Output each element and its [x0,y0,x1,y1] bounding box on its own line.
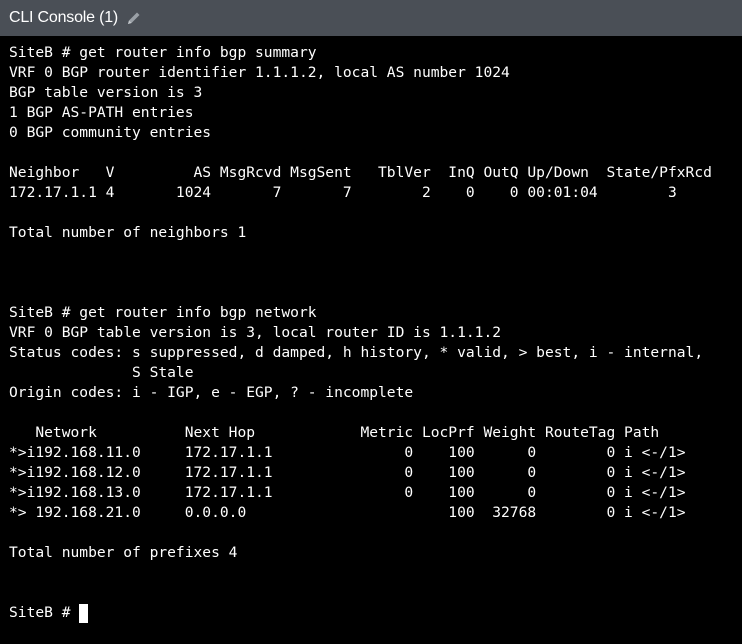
terminal-line: Total number of neighbors 1 [9,224,247,241]
terminal-line: Origin codes: i - IGP, e - EGP, ? - inco… [9,384,414,401]
terminal-line: SiteB # get router info bgp summary [9,44,317,61]
terminal-line: Network Next Hop Metric LocPrf Weight Ro… [9,424,660,441]
text-cursor [79,603,89,623]
terminal-line: VRF 0 BGP table version is 3, local rout… [9,324,502,341]
terminal-line: 0 BGP community entries [9,124,212,141]
pencil-icon-graphic [128,12,140,24]
terminal-line: Neighbor V AS MsgRcvd MsgSent TblVer InQ… [9,164,712,181]
terminal-line: *>i192.168.13.0 172.17.1.1 0 100 0 0 i <… [9,484,686,501]
terminal-line: 172.17.1.1 4 1024 7 7 2 0 0 00:01:04 3 [9,184,677,201]
terminal-line: Status codes: s suppressed, d damped, h … [9,344,704,361]
terminal-line: S Stale [9,364,194,381]
terminal-line: *>i192.168.11.0 172.17.1.1 0 100 0 0 i <… [9,444,686,461]
command-prompt: SiteB # [9,604,80,621]
terminal-line: 1 BGP AS-PATH entries [9,104,194,121]
terminal-line: Total number of prefixes 4 [9,544,238,561]
terminal-line: *>i192.168.12.0 172.17.1.1 0 100 0 0 i <… [9,464,686,481]
terminal-output[interactable]: SiteB # get router info bgp summary VRF 0… [0,36,742,644]
title-bar: CLI Console (1) [0,0,742,36]
terminal-line: BGP table version is 3 [9,84,203,101]
terminal-line: SiteB # get router info bgp network [9,304,317,321]
window-title: CLI Console (1) [9,9,119,26]
pencil-icon[interactable] [126,10,142,26]
terminal-line: *> 192.168.21.0 0.0.0.0 100 32768 0 i <-… [9,504,686,521]
terminal-line: VRF 0 BGP router identifier 1.1.1.2, loc… [9,64,510,81]
cli-console-window: CLI Console (1) SiteB # get router info … [0,0,742,644]
terminal-lines: SiteB # get router info bgp summary VRF 0… [9,43,742,603]
command-prompt-line[interactable]: SiteB # [9,603,742,623]
